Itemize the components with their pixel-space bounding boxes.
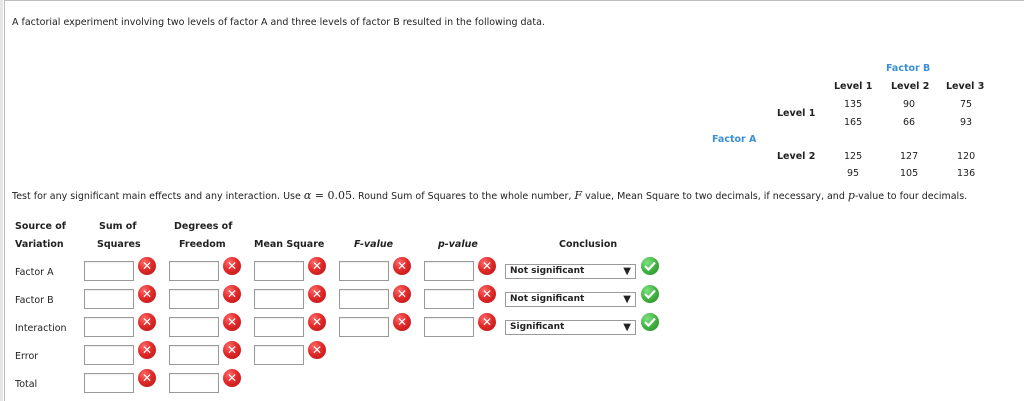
x-circle-icon: ✕ xyxy=(478,313,496,331)
select-value: Significant xyxy=(510,322,565,332)
df-factor-a-input[interactable] xyxy=(169,261,219,281)
ms-factor-b-input[interactable] xyxy=(254,289,304,309)
x-circle-icon: ✕ xyxy=(138,369,156,387)
ms-factor-a-input[interactable] xyxy=(254,261,304,281)
row-header-level-2: Level 2 xyxy=(777,151,816,162)
x-circle-icon: ✕ xyxy=(308,341,326,359)
row-label-factor-a: Factor A xyxy=(15,267,54,278)
x-circle-icon: ✕ xyxy=(223,341,241,359)
x-circle-icon: ✕ xyxy=(138,313,156,331)
row-label-interaction: Interaction xyxy=(15,323,67,334)
col-header-level-1: Level 1 xyxy=(834,81,873,92)
conclusion-interaction-select[interactable]: Significant ▼ xyxy=(505,320,636,335)
row-label-factor-b: Factor B xyxy=(15,295,54,306)
col-header-level-3: Level 3 xyxy=(946,81,985,92)
x-circle-icon: ✕ xyxy=(138,285,156,303)
ss-total-input[interactable] xyxy=(84,373,134,393)
f-factor-b-input[interactable] xyxy=(339,289,389,309)
x-circle-icon: ✕ xyxy=(393,285,411,303)
header-degrees-of: Degrees of xyxy=(174,221,233,232)
panel-border-left xyxy=(4,0,5,401)
x-circle-icon: ✕ xyxy=(308,257,326,275)
row-label-total: Total xyxy=(15,379,38,390)
data-cell: 120 xyxy=(957,151,976,162)
data-cell: 105 xyxy=(900,168,919,179)
data-cell: 90 xyxy=(903,99,916,110)
chevron-down-icon: ▼ xyxy=(623,322,631,333)
x-circle-icon: ✕ xyxy=(138,257,156,275)
chevron-down-icon: ▼ xyxy=(623,294,631,305)
data-cell: 165 xyxy=(844,117,863,128)
x-circle-icon: ✕ xyxy=(393,257,411,275)
chevron-down-icon: ▼ xyxy=(623,266,631,277)
row-header-level-1: Level 1 xyxy=(777,108,816,119)
x-circle-icon: ✕ xyxy=(223,369,241,387)
check-circle-icon xyxy=(641,257,659,275)
data-cell: 75 xyxy=(960,99,973,110)
p-interaction-input[interactable] xyxy=(424,317,474,337)
conclusion-factor-b-select[interactable]: Not significant ▼ xyxy=(505,292,636,307)
x-circle-icon: ✕ xyxy=(138,341,156,359)
ss-interaction-input[interactable] xyxy=(84,317,134,337)
data-cell: 93 xyxy=(960,117,973,128)
f-factor-a-input[interactable] xyxy=(339,261,389,281)
header-p-value: p-value xyxy=(438,239,478,250)
data-cell: 66 xyxy=(903,117,916,128)
left-edge-bar xyxy=(0,0,3,401)
data-cell: 135 xyxy=(844,99,863,110)
df-interaction-input[interactable] xyxy=(169,317,219,337)
header-conclusion: Conclusion xyxy=(559,239,618,250)
header-mean-square: Mean Square xyxy=(254,239,325,250)
panel-border-top xyxy=(4,0,1024,1)
x-circle-icon: ✕ xyxy=(223,313,241,331)
p-factor-b-input[interactable] xyxy=(424,289,474,309)
f-interaction-input[interactable] xyxy=(339,317,389,337)
ss-factor-a-input[interactable] xyxy=(84,261,134,281)
x-circle-icon: ✕ xyxy=(223,285,241,303)
ms-error-input[interactable] xyxy=(254,345,304,365)
x-circle-icon: ✕ xyxy=(223,257,241,275)
select-value: Not significant xyxy=(510,266,585,276)
ss-error-input[interactable] xyxy=(84,345,134,365)
conclusion-factor-a-select[interactable]: Not significant ▼ xyxy=(505,264,636,279)
intro-text: A factorial experiment involving two lev… xyxy=(12,17,545,28)
header-squares: Squares xyxy=(97,239,141,250)
instructions-text: Test for any significant main effects an… xyxy=(12,189,968,202)
select-value: Not significant xyxy=(510,294,585,304)
data-cell: 95 xyxy=(847,168,860,179)
header-freedom: Freedom xyxy=(179,239,226,250)
x-circle-icon: ✕ xyxy=(478,257,496,275)
x-circle-icon: ✕ xyxy=(308,285,326,303)
factor-b-label: Factor B xyxy=(886,63,931,74)
header-f-value: F-value xyxy=(354,239,394,250)
data-cell: 127 xyxy=(900,151,919,162)
factor-a-label: Factor A xyxy=(712,134,757,145)
row-label-error: Error xyxy=(15,351,39,362)
x-circle-icon: ✕ xyxy=(478,285,496,303)
ms-interaction-input[interactable] xyxy=(254,317,304,337)
df-error-input[interactable] xyxy=(169,345,219,365)
check-circle-icon xyxy=(641,285,659,303)
header-variation: Variation xyxy=(15,239,64,250)
df-factor-b-input[interactable] xyxy=(169,289,219,309)
x-circle-icon: ✕ xyxy=(308,313,326,331)
x-circle-icon: ✕ xyxy=(393,313,411,331)
ss-factor-b-input[interactable] xyxy=(84,289,134,309)
check-circle-icon xyxy=(641,313,659,331)
data-cell: 136 xyxy=(957,168,976,179)
df-total-input[interactable] xyxy=(169,373,219,393)
header-source: Source of xyxy=(15,221,66,232)
p-factor-a-input[interactable] xyxy=(424,261,474,281)
header-sum-of: Sum of xyxy=(99,221,137,232)
data-cell: 125 xyxy=(844,151,863,162)
col-header-level-2: Level 2 xyxy=(891,81,930,92)
